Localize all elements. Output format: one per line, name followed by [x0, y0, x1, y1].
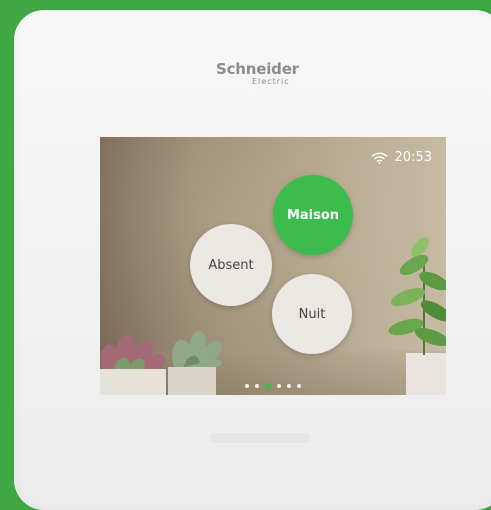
mode-absent-button[interactable]: Absent	[190, 224, 272, 306]
status-bar: 20:53	[371, 151, 432, 165]
leafy-plant-image	[388, 237, 446, 395]
thermostat-device: Schneider Electric 20:53 Maison Absent N…	[14, 10, 491, 510]
brand-name: Schneider	[216, 60, 299, 78]
page-dot-3[interactable]	[265, 383, 271, 389]
brand-logo: Schneider Electric	[216, 61, 326, 86]
display-screen: 20:53 Maison Absent Nuit	[100, 137, 446, 395]
mode-maison-button[interactable]: Maison	[273, 175, 353, 255]
page-dot-2[interactable]	[255, 384, 259, 388]
page-dot-5[interactable]	[287, 384, 291, 388]
clock: 20:53	[394, 150, 432, 165]
wifi-icon	[371, 152, 388, 164]
mode-nuit-label: Nuit	[298, 306, 326, 322]
page-indicator	[100, 383, 446, 389]
page-dot-4[interactable]	[277, 384, 281, 388]
mode-absent-label: Absent	[208, 257, 254, 273]
page-dot-6[interactable]	[297, 384, 301, 388]
brand-sub: Electric	[252, 77, 290, 86]
mode-nuit-button[interactable]: Nuit	[272, 274, 352, 354]
mode-maison-label: Maison	[286, 207, 340, 223]
touch-bar[interactable]	[209, 433, 311, 443]
page-dot-1[interactable]	[245, 384, 249, 388]
succulent-plant-image	[100, 330, 223, 395]
